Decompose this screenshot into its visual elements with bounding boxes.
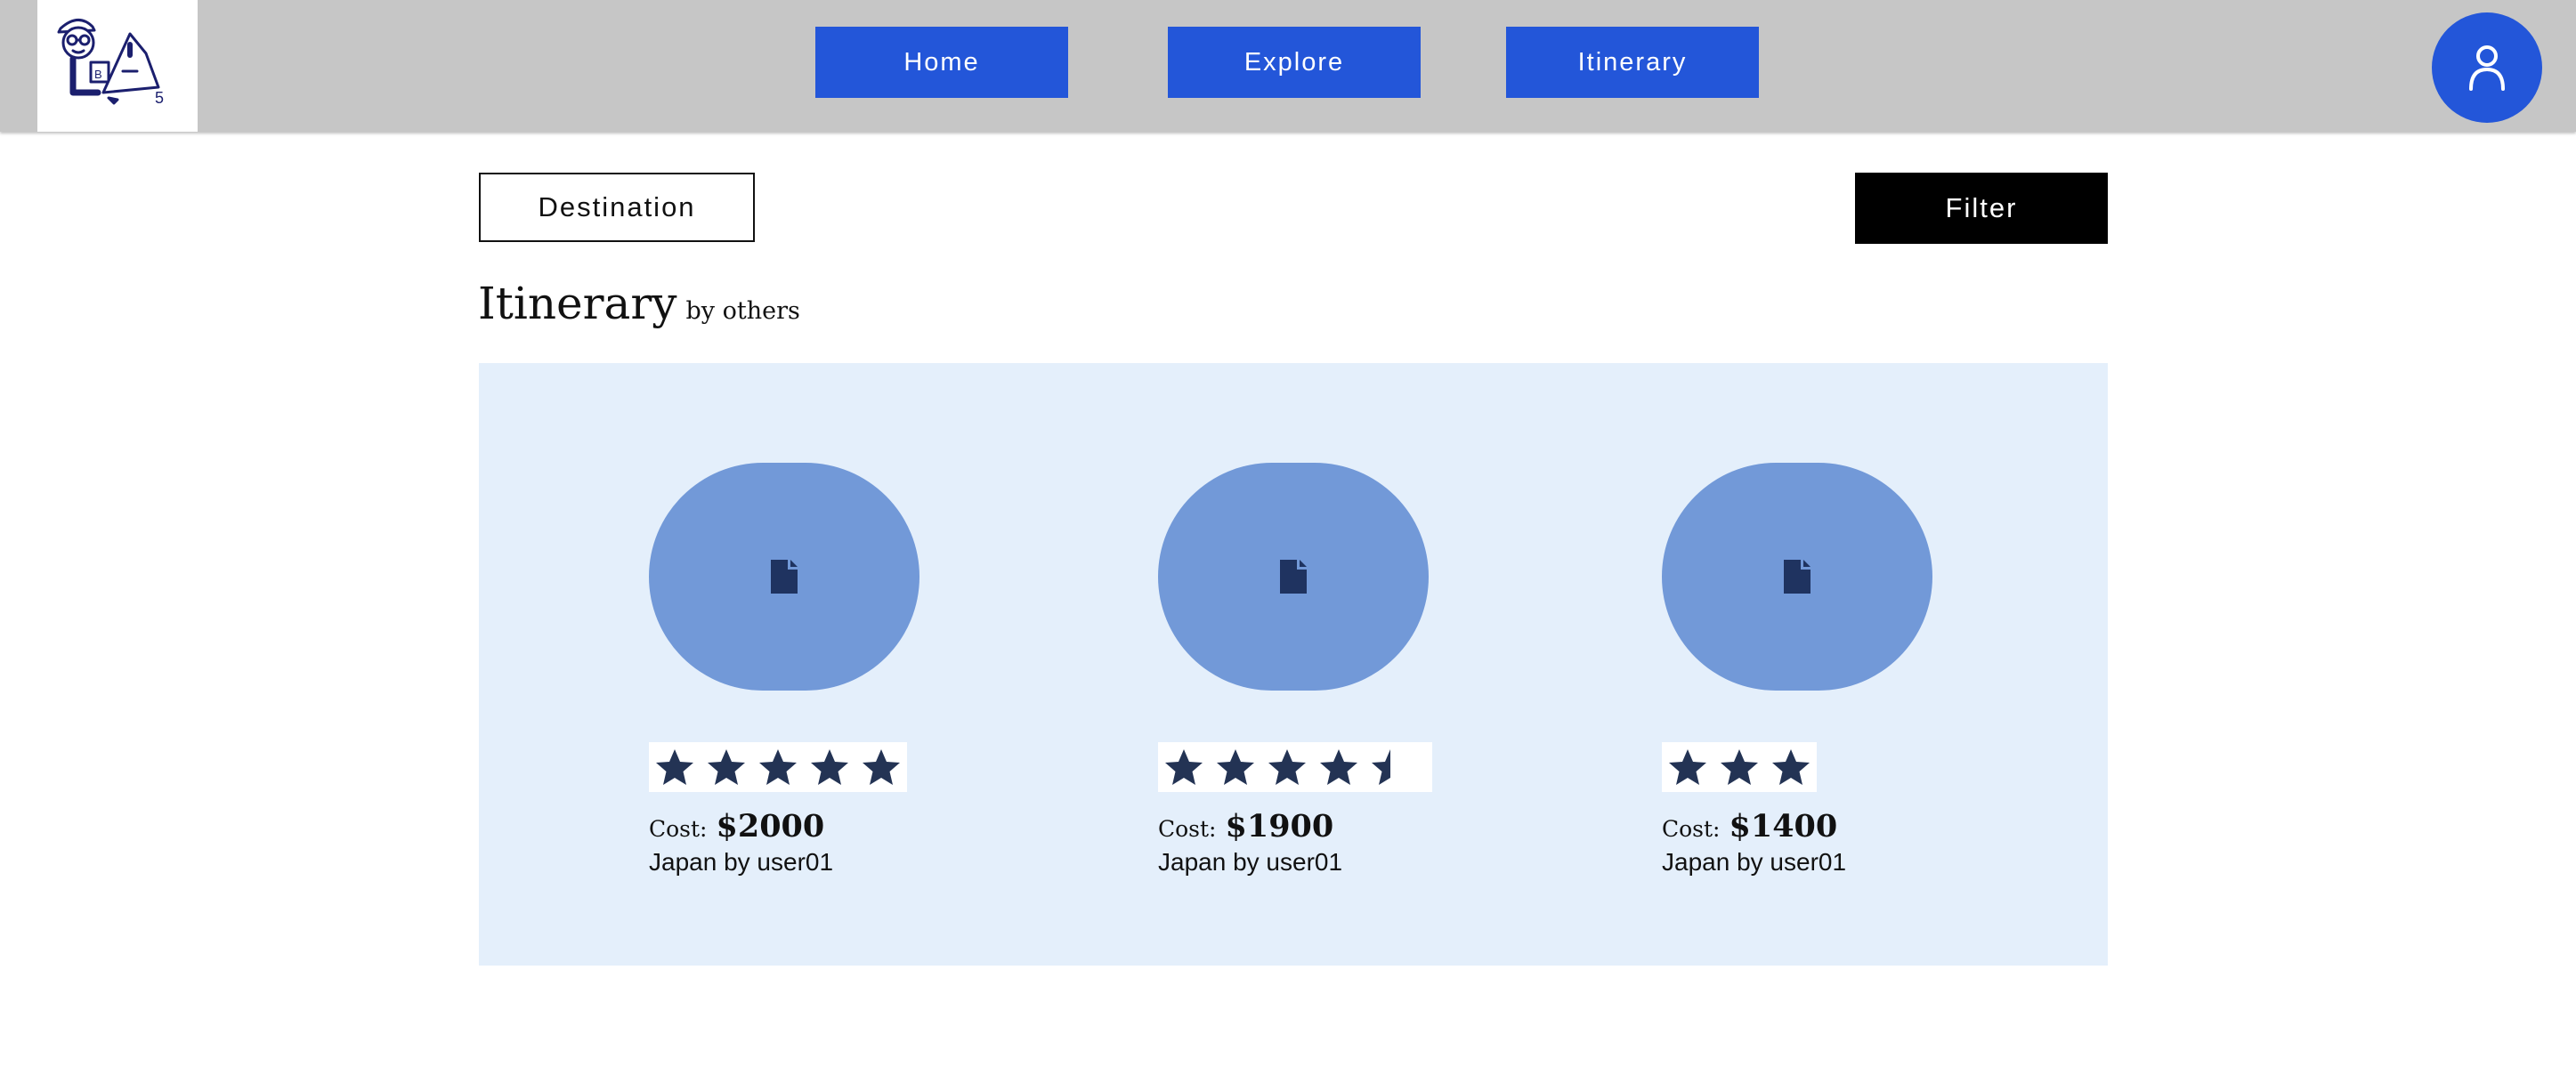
star-rating xyxy=(1158,742,1432,792)
star-icon xyxy=(752,742,804,792)
cost-label: Cost: xyxy=(649,816,708,842)
file-icon xyxy=(1280,560,1307,594)
svg-text:B: B xyxy=(94,68,102,81)
star-rating xyxy=(1662,742,1817,792)
star-rating xyxy=(649,742,907,792)
itinerary-image[interactable] xyxy=(1158,463,1429,691)
star-half-icon xyxy=(1365,742,1416,792)
profile-button[interactable] xyxy=(2432,12,2542,123)
logo-mark-text: 5 xyxy=(155,89,164,107)
cost-value: $1400 xyxy=(1729,808,1838,845)
star-icon xyxy=(1313,742,1365,792)
top-navigation-bar: B 5 Home Explore Itinerary xyxy=(0,0,2576,132)
star-icon xyxy=(649,742,701,792)
cartoon-traveler-logo-icon: B 5 xyxy=(57,19,164,107)
itinerary-card-panel: Cost: $2000 Japan by user01 Cost: $1900 Ja… xyxy=(479,363,2108,966)
itinerary-byline[interactable]: Japan by user01 xyxy=(1158,848,1434,877)
site-logo[interactable]: B 5 xyxy=(37,0,198,132)
itinerary-byline[interactable]: Japan by user01 xyxy=(649,848,925,877)
nav-explore-button[interactable]: Explore xyxy=(1168,27,1421,98)
filter-button[interactable]: Filter xyxy=(1855,173,2108,244)
itinerary-card[interactable]: Cost: $1900 Japan by user01 xyxy=(1158,463,1434,877)
page-title: Itinerary xyxy=(478,278,677,329)
section-heading: Itinerary by others xyxy=(478,278,800,329)
destination-button[interactable]: Destination xyxy=(479,173,755,242)
itinerary-image[interactable] xyxy=(649,463,919,691)
itinerary-byline[interactable]: Japan by user01 xyxy=(1662,848,1938,877)
star-icon xyxy=(1713,742,1765,792)
itinerary-card[interactable]: Cost: $2000 Japan by user01 xyxy=(649,463,925,877)
cost-value: $2000 xyxy=(716,808,825,845)
nav-home-button[interactable]: Home xyxy=(815,27,1068,98)
file-icon xyxy=(1784,560,1810,594)
star-icon xyxy=(855,742,907,792)
star-icon xyxy=(1158,742,1210,792)
cost-value: $1900 xyxy=(1225,808,1334,845)
page-subtitle: by others xyxy=(685,297,800,325)
nav-itinerary-button[interactable]: Itinerary xyxy=(1506,27,1759,98)
cost-line: Cost: $1900 xyxy=(1158,808,1434,845)
file-icon xyxy=(771,560,798,594)
cost-label: Cost: xyxy=(1662,816,1721,842)
star-icon xyxy=(701,742,752,792)
cost-line: Cost: $2000 xyxy=(649,808,925,845)
cost-line: Cost: $1400 xyxy=(1662,808,1938,845)
itinerary-card[interactable]: Cost: $1400 Japan by user01 xyxy=(1662,463,1938,877)
star-icon xyxy=(804,742,855,792)
cost-label: Cost: xyxy=(1158,816,1217,842)
star-icon xyxy=(1765,742,1817,792)
star-icon xyxy=(1662,742,1713,792)
star-icon xyxy=(1210,742,1261,792)
star-icon xyxy=(1261,742,1313,792)
itinerary-image[interactable] xyxy=(1662,463,1932,691)
user-icon xyxy=(2469,45,2505,91)
